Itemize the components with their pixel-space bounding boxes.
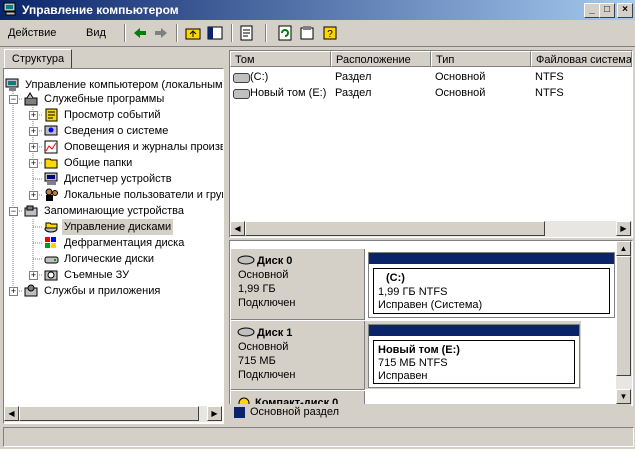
export-list-icon[interactable] [238, 24, 256, 42]
column-header-filesystem[interactable]: Файловая система [531, 51, 632, 67]
disk-icon [237, 255, 255, 265]
scroll-right-button[interactable]: ▶ [616, 221, 631, 236]
expand-toggle[interactable]: + [29, 191, 38, 200]
expand-toggle[interactable]: + [29, 143, 38, 152]
drive-icon [233, 89, 250, 99]
minimize-button[interactable]: _ [584, 3, 600, 18]
folder-icon [44, 158, 58, 169]
toolbar-separator [124, 24, 126, 42]
menu-toolbar: Действие Вид ? [0, 21, 635, 47]
drive-icon [44, 256, 59, 264]
collapse-toggle[interactable]: − [9, 95, 18, 104]
collapse-toggle[interactable]: − [9, 207, 18, 216]
scroll-thumb[interactable] [19, 406, 199, 421]
expand-toggle[interactable]: + [29, 271, 38, 280]
window-title: Управление компьютером [22, 3, 179, 17]
volume-c-details: (C:) 1,99 ГБ NTFS Исправен (Система) [373, 268, 610, 314]
volume-e-details: Новый том (E:) 715 МБ NTFS Исправен [373, 340, 575, 384]
volume-e-partition[interactable]: Новый том (E:) 715 МБ NTFS Исправен [368, 324, 580, 388]
expand-toggle[interactable]: + [9, 287, 18, 296]
svg-text:?: ? [327, 29, 333, 40]
scroll-thumb[interactable] [245, 221, 545, 236]
legend-swatch [234, 407, 245, 418]
defragmenter-icon [45, 237, 56, 248]
toolbar-separator [265, 24, 267, 42]
disk-icon [237, 327, 255, 337]
refresh-icon[interactable] [276, 24, 294, 42]
menu-view[interactable]: Вид [86, 27, 106, 39]
disk-0-label[interactable]: Диск 0 Основной 1,99 ГБ Подключен [231, 249, 365, 320]
disk-1-label[interactable]: Диск 1 Основной 715 МБ Подключен [231, 321, 365, 390]
volume-c-partition[interactable]: (C:) 1,99 ГБ NTFS Исправен (Система) [368, 252, 615, 318]
legend-label: Основной раздел [250, 406, 339, 418]
disk-graphical-view: Диск 0 Основной 1,99 ГБ Подключен (C:) 1… [229, 240, 633, 406]
expand-toggle[interactable]: + [29, 159, 38, 168]
disk-management-icon [44, 222, 58, 233]
left-horizontal-scrollbar[interactable]: ◀ ▶ [4, 406, 222, 422]
system-info-icon [44, 125, 58, 136]
drive-icon [233, 73, 250, 83]
forward-arrow-icon[interactable] [152, 24, 170, 42]
properties-icon[interactable] [298, 24, 316, 42]
scroll-up-button[interactable]: ▲ [616, 241, 631, 256]
up-folder-icon[interactable] [184, 24, 202, 42]
expand-toggle[interactable]: + [29, 111, 38, 120]
event-viewer-icon [45, 108, 58, 122]
menu-action[interactable]: Действие [8, 27, 56, 39]
tools-icon [24, 92, 38, 106]
status-bar [3, 427, 634, 447]
toolbar-separator [231, 24, 233, 42]
column-header-type[interactable]: Тип [431, 51, 531, 67]
partition-legend: Основной раздел [229, 404, 631, 422]
toolbar-separator [176, 24, 178, 42]
scroll-right-button[interactable]: ▶ [207, 406, 222, 421]
primary-partition-bar [369, 253, 614, 264]
users-icon [45, 188, 58, 201]
computer-icon [5, 78, 19, 91]
back-arrow-icon[interactable] [131, 24, 149, 42]
primary-partition-bar [369, 325, 579, 336]
performance-logs-icon [44, 140, 58, 154]
computer-management-icon [3, 2, 16, 16]
close-button[interactable]: × [617, 3, 633, 18]
column-header-volume[interactable]: Том [230, 51, 331, 67]
storage-icon [24, 205, 38, 217]
removable-storage-icon [44, 270, 58, 281]
scroll-left-button[interactable]: ◀ [230, 221, 245, 236]
title-bar[interactable]: Управление компьютером _ □ × [0, 0, 635, 20]
help-icon[interactable]: ? [321, 24, 339, 42]
scroll-thumb[interactable] [616, 256, 631, 376]
disk-vertical-scrollbar[interactable]: ▲ ▼ [616, 241, 632, 405]
services-icon [24, 284, 38, 297]
scroll-down-button[interactable]: ▼ [616, 389, 631, 404]
list-horizontal-scrollbar[interactable]: ◀ ▶ [230, 221, 632, 237]
volume-list: Том Расположение Тип Файловая система (C… [229, 50, 633, 238]
console-tree: Управление компьютером (локальным) − Слу… [3, 68, 224, 424]
maximize-button[interactable]: □ [599, 3, 615, 18]
scroll-left-button[interactable]: ◀ [4, 406, 19, 421]
device-manager-icon [44, 172, 58, 185]
show-hide-tree-icon[interactable] [206, 24, 224, 42]
expand-toggle[interactable]: + [29, 127, 38, 136]
tab-structure[interactable]: Структура [4, 49, 72, 70]
column-header-layout[interactable]: Расположение [331, 51, 431, 67]
